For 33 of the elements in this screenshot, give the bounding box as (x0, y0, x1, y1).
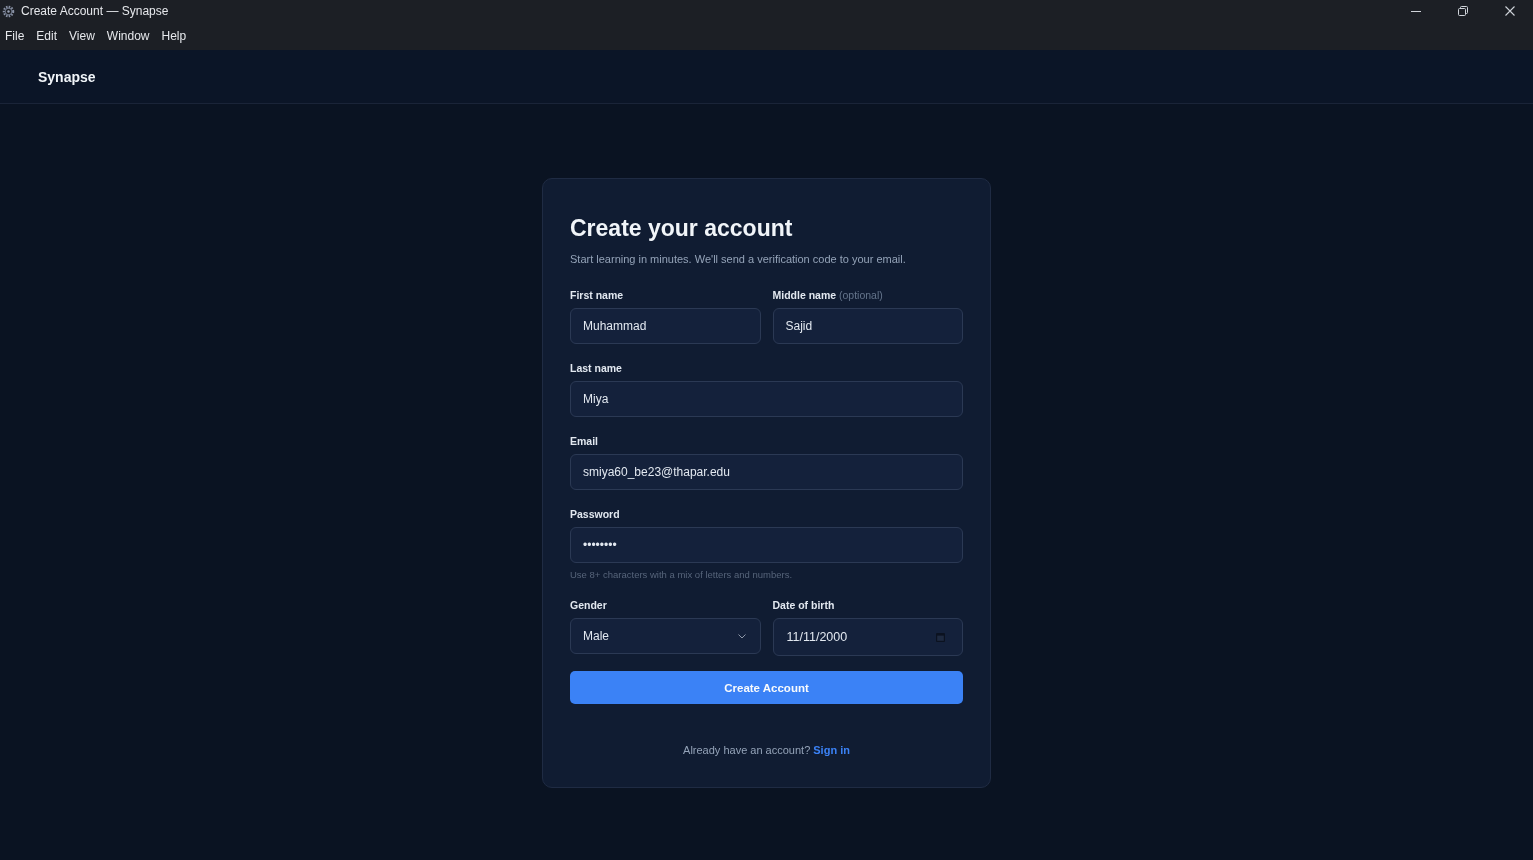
footer-text: Already have an account? (683, 744, 811, 756)
password-field[interactable]: •••••••• (570, 527, 963, 563)
minimize-icon (1410, 10, 1421, 12)
field-label: Date of birth (772, 598, 836, 612)
close-icon (1504, 6, 1515, 16)
brand-name: Synapse (38, 68, 96, 85)
form-subtitle: Start learning in minutes. We'll send a verification code to your email. (570, 252, 907, 267)
select-field[interactable]: Male (570, 618, 761, 654)
field-label: Email (570, 434, 599, 448)
text-field[interactable]: smiya60_be23@thapar.edu (570, 454, 963, 490)
sign-in-link[interactable]: Sign in (813, 744, 850, 756)
text-field[interactable]: Sajid (772, 308, 963, 344)
field-label: Middle name (optional) (772, 288, 884, 302)
gear-icon (2, 4, 15, 18)
text-field[interactable]: Miya (570, 381, 963, 417)
field-label: Last name (570, 361, 623, 375)
menu-item[interactable]: Window (102, 26, 154, 45)
menu-item[interactable]: View (65, 26, 99, 45)
form-title: Create your account (570, 214, 794, 243)
field-label: First name (570, 288, 625, 302)
menu-item[interactable]: Edit (32, 26, 62, 45)
restore-icon (1457, 6, 1468, 16)
hint-text: Use 8+ characters with a mix of letters and numbers. (570, 569, 794, 581)
menu-item[interactable]: Help (157, 26, 191, 45)
create-account-button[interactable]: Create Account (570, 671, 963, 704)
field-label: Gender (570, 598, 608, 612)
menu-item[interactable]: File (1, 26, 29, 45)
calendar-icon (936, 632, 945, 642)
date-field[interactable]: 11/11/2000 (772, 618, 963, 656)
window-title: Create Account — Synapse (21, 4, 169, 18)
text-field[interactable]: Muhammad (570, 308, 761, 344)
field-label: Password (570, 507, 621, 521)
chevron-down-icon (737, 633, 746, 639)
